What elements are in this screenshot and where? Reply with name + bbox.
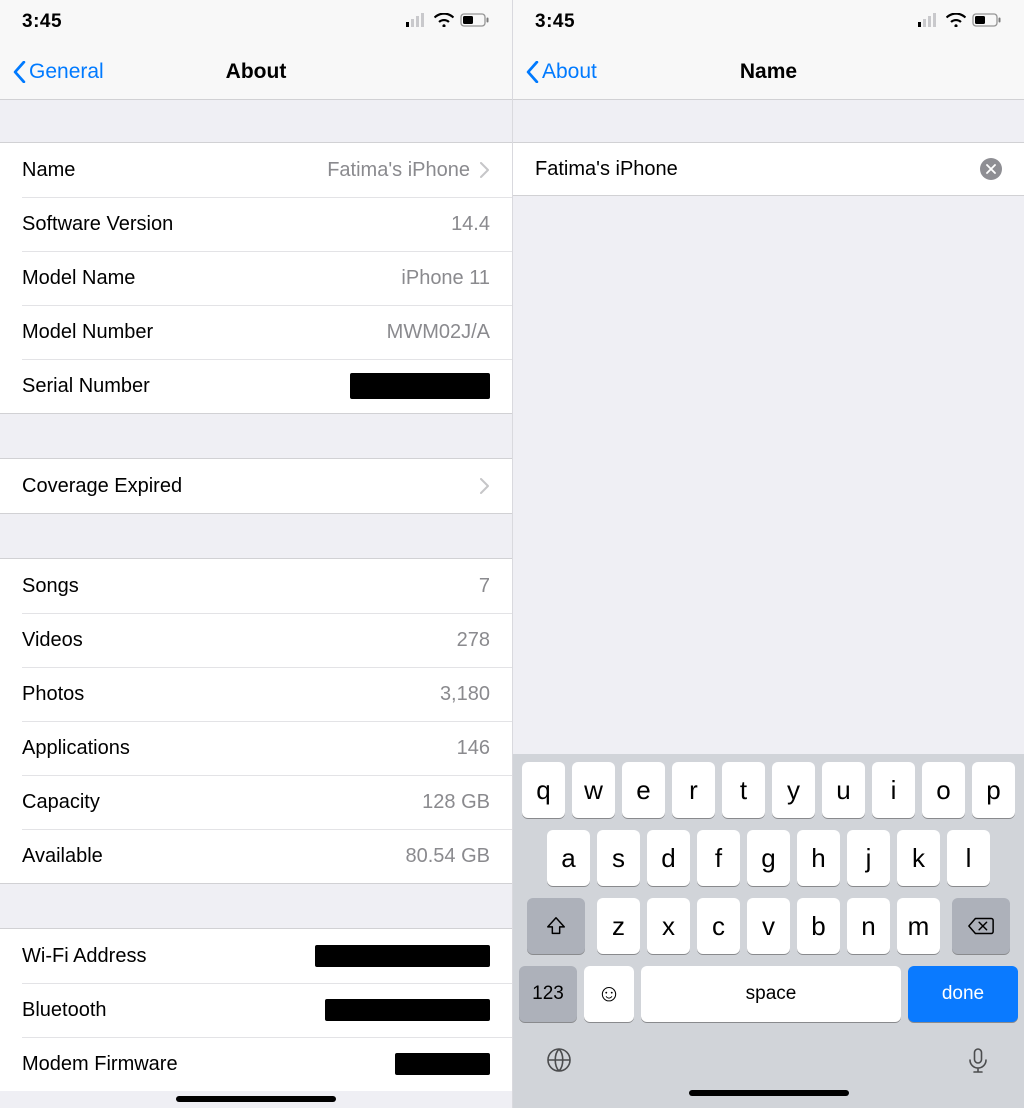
battery-icon (972, 13, 1002, 32)
section-gap (0, 100, 512, 142)
key-j[interactable]: j (847, 830, 890, 886)
back-label: General (29, 60, 104, 84)
key-l[interactable]: l (947, 830, 990, 886)
about-group-network: Wi-Fi Address Bluetooth Modem Firmware (0, 928, 512, 1091)
row-software-version: Software Version 14.4 (0, 197, 512, 251)
key-g[interactable]: g (747, 830, 790, 886)
row-serial-number: Serial Number (0, 359, 512, 413)
key-w[interactable]: w (572, 762, 615, 818)
key-t[interactable]: t (722, 762, 765, 818)
row-capacity: Capacity128 GB (0, 775, 512, 829)
row-photos: Photos3,180 (0, 667, 512, 721)
status-time: 3:45 (22, 11, 62, 33)
key-n[interactable]: n (847, 898, 890, 954)
key-y[interactable]: y (772, 762, 815, 818)
device-name-row (513, 142, 1024, 196)
clear-text-button[interactable] (980, 158, 1002, 180)
key-b[interactable]: b (797, 898, 840, 954)
key-p[interactable]: p (972, 762, 1015, 818)
row-bluetooth: Bluetooth (0, 983, 512, 1037)
key-k[interactable]: k (897, 830, 940, 886)
wifi-icon (434, 13, 454, 32)
about-group-coverage: Coverage Expired (0, 458, 512, 514)
about-group-device: Name Fatima's iPhone Software Version 14… (0, 142, 512, 414)
row-model-name: Model Name iPhone 11 (0, 251, 512, 305)
shift-key[interactable] (527, 898, 585, 954)
device-name-input[interactable] (535, 158, 980, 181)
key-z[interactable]: z (597, 898, 640, 954)
status-bar: 3:45 (0, 0, 512, 44)
back-button[interactable]: About (513, 60, 597, 84)
row-name[interactable]: Name Fatima's iPhone (0, 143, 512, 197)
key-e[interactable]: e (622, 762, 665, 818)
status-icons (918, 13, 1002, 32)
back-button[interactable]: General (0, 60, 104, 84)
chevron-left-icon (525, 61, 540, 83)
row-model-number: Model Number MWM02J/A (0, 305, 512, 359)
about-group-storage: Songs7 Videos278 Photos3,180 Application… (0, 558, 512, 884)
row-coverage[interactable]: Coverage Expired (0, 459, 512, 513)
row-songs: Songs7 (0, 559, 512, 613)
cellular-icon (918, 13, 940, 32)
key-v[interactable]: v (747, 898, 790, 954)
name-edit-screen: 3:45 About Name (512, 0, 1024, 1108)
backspace-key[interactable] (952, 898, 1010, 954)
wifi-icon (946, 13, 966, 32)
key-u[interactable]: u (822, 762, 865, 818)
space-key[interactable]: space (641, 966, 901, 1022)
cellular-icon (406, 13, 428, 32)
chevron-right-icon (480, 478, 490, 494)
key-f[interactable]: f (697, 830, 740, 886)
section-gap (513, 100, 1024, 142)
emoji-key[interactable]: ☺ (584, 966, 634, 1022)
back-label: About (542, 60, 597, 84)
key-r[interactable]: r (672, 762, 715, 818)
key-s[interactable]: s (597, 830, 640, 886)
nav-bar: About Name (513, 44, 1024, 100)
section-gap (0, 514, 512, 558)
key-q[interactable]: q (522, 762, 565, 818)
key-a[interactable]: a (547, 830, 590, 886)
key-h[interactable]: h (797, 830, 840, 886)
chevron-left-icon (12, 61, 27, 83)
row-available: Available80.54 GB (0, 829, 512, 883)
key-d[interactable]: d (647, 830, 690, 886)
about-screen: 3:45 General About (0, 0, 512, 1108)
key-o[interactable]: o (922, 762, 965, 818)
globe-icon[interactable] (545, 1046, 573, 1079)
status-bar: 3:45 (513, 0, 1024, 44)
home-indicator[interactable] (689, 1090, 849, 1096)
close-icon (986, 164, 996, 174)
backspace-icon (967, 915, 995, 937)
row-wifi-address: Wi-Fi Address (0, 929, 512, 983)
section-gap (0, 884, 512, 928)
keyboard: qwertyuiop asdfghjkl zxcvbnm 123 ☺ space… (513, 754, 1024, 1108)
section-gap (0, 414, 512, 458)
status-icons (406, 13, 490, 32)
numbers-key[interactable]: 123 (519, 966, 577, 1022)
key-x[interactable]: x (647, 898, 690, 954)
key-c[interactable]: c (697, 898, 740, 954)
mic-icon[interactable] (964, 1046, 992, 1079)
key-i[interactable]: i (872, 762, 915, 818)
row-videos: Videos278 (0, 613, 512, 667)
shift-icon (545, 915, 567, 937)
row-applications: Applications146 (0, 721, 512, 775)
row-modem-firmware: Modem Firmware (0, 1037, 512, 1091)
done-key[interactable]: done (908, 966, 1018, 1022)
nav-bar: General About (0, 44, 512, 100)
status-time: 3:45 (535, 11, 575, 33)
home-indicator[interactable] (176, 1096, 336, 1102)
emoji-icon: ☺ (597, 980, 622, 1008)
battery-icon (460, 13, 490, 32)
chevron-right-icon (480, 162, 490, 178)
empty-area (513, 196, 1024, 754)
key-m[interactable]: m (897, 898, 940, 954)
